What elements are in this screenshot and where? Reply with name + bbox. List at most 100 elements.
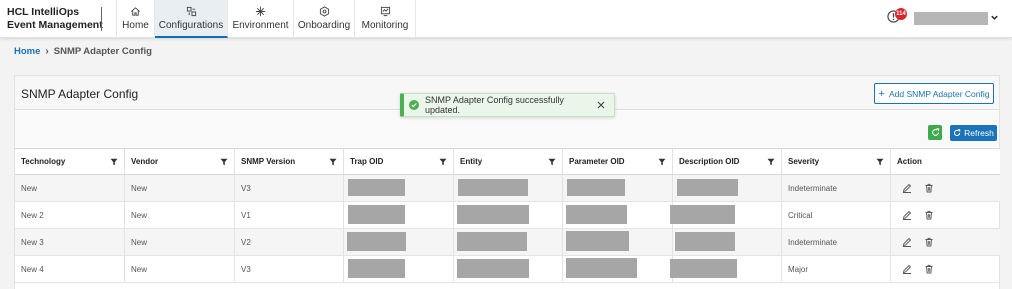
column-header-parameter-oid[interactable]: Parameter OID	[563, 149, 673, 174]
configurations-icon	[186, 6, 196, 17]
cell-entity	[454, 256, 563, 282]
nav-onboarding-label: Onboarding	[297, 20, 351, 31]
cell-description-oid	[673, 229, 782, 255]
brand-line-1: HCL IntelliOps	[7, 6, 80, 18]
nav-environment[interactable]: Environment	[228, 0, 294, 38]
check-circle-icon	[409, 100, 419, 110]
column-header-trap-oid[interactable]: Trap OID	[344, 149, 454, 174]
cell-vendor: New	[125, 256, 235, 282]
redacted-value	[347, 232, 406, 251]
redacted-value	[457, 259, 529, 278]
cell-snmp-version: V3	[235, 175, 344, 201]
filter-icon[interactable]	[658, 158, 666, 166]
column-label: Action	[897, 157, 922, 166]
column-header-snmp-version[interactable]: SNMP Version	[235, 149, 344, 174]
column-label: SNMP Version	[241, 157, 296, 166]
cell-action	[891, 202, 1000, 228]
cell-trap-oid	[344, 202, 454, 228]
nav-monitoring[interactable]: Monitoring	[355, 0, 416, 38]
redacted-value	[670, 259, 737, 278]
filter-icon[interactable]	[876, 158, 884, 166]
cell-trap-oid	[344, 256, 454, 282]
cell-severity: Major	[782, 256, 891, 282]
cell-action	[891, 229, 1000, 255]
cell-parameter-oid	[563, 229, 673, 255]
cell-parameter-oid	[563, 175, 673, 201]
plus-icon: +	[878, 87, 885, 100]
table-row[interactable]: New 3 New V2 Indeterminate	[15, 229, 1000, 256]
cell-description-oid	[673, 175, 782, 201]
nav-home[interactable]: Home	[116, 0, 155, 38]
redacted-value	[675, 232, 735, 251]
column-label: Parameter OID	[569, 157, 625, 166]
cell-description-oid	[670, 256, 782, 282]
edit-icon[interactable]	[902, 183, 912, 193]
redacted-value	[458, 179, 528, 196]
refresh-button[interactable]: Refresh	[950, 125, 997, 141]
home-icon	[131, 7, 140, 16]
redacted-value	[567, 179, 625, 196]
filter-icon[interactable]	[767, 158, 775, 166]
cell-parameter-oid	[563, 256, 673, 282]
reload-button[interactable]	[928, 125, 942, 140]
edit-icon[interactable]	[902, 210, 912, 220]
cell-vendor: New	[125, 229, 235, 255]
column-header-technology[interactable]: Technology	[15, 149, 125, 174]
refresh-button-label: Refresh	[964, 128, 994, 138]
brand-line-2: Event Management	[7, 18, 103, 31]
chevron-down-icon[interactable]	[990, 13, 999, 22]
column-label: Severity	[788, 157, 820, 166]
nav-environment-label: Environment	[232, 20, 289, 31]
redacted-value	[566, 258, 637, 278]
filter-icon[interactable]	[110, 158, 118, 166]
app-brand[interactable]: HCL IntelliOps Event Management	[7, 6, 103, 31]
cell-snmp-version: V2	[235, 229, 344, 255]
snmp-config-table: Technology Vendor SNMP Version Trap OID …	[15, 148, 1000, 283]
table-row[interactable]: New New V3 Indeterminate	[15, 175, 1000, 202]
cell-vendor: New	[125, 202, 235, 228]
column-header-vendor[interactable]: Vendor	[125, 149, 235, 174]
cell-entity	[454, 202, 563, 228]
redacted-value	[457, 205, 529, 224]
reload-icon	[931, 128, 939, 136]
delete-icon[interactable]	[924, 237, 934, 247]
redacted-value	[348, 259, 405, 278]
nav-home-label: Home	[122, 20, 149, 31]
cell-entity	[454, 175, 563, 201]
breadcrumb-current: SNMP Adapter Config	[53, 46, 152, 57]
filter-icon[interactable]	[439, 158, 447, 166]
onboarding-icon	[319, 6, 329, 17]
breadcrumb: Home › SNMP Adapter Config	[14, 46, 152, 57]
cell-snmp-version: V3	[235, 256, 344, 282]
user-name-redacted[interactable]	[914, 12, 988, 25]
refresh-icon	[954, 129, 961, 137]
column-header-severity[interactable]: Severity	[782, 149, 891, 174]
edit-icon[interactable]	[902, 264, 912, 274]
filter-icon[interactable]	[548, 158, 556, 166]
filter-icon[interactable]	[329, 158, 337, 166]
delete-icon[interactable]	[924, 183, 934, 193]
delete-icon[interactable]	[924, 264, 934, 274]
cell-parameter-oid	[563, 202, 673, 228]
column-header-entity[interactable]: Entity	[454, 149, 563, 174]
delete-icon[interactable]	[924, 210, 934, 220]
monitoring-icon	[380, 6, 390, 17]
column-header-description-oid[interactable]: Description OID	[673, 149, 782, 174]
table-row[interactable]: New 4 New V3 Major	[15, 256, 1000, 283]
edit-icon[interactable]	[902, 237, 912, 247]
top-bar: HCL IntelliOps Event Management Home Con…	[0, 0, 1012, 38]
add-snmp-adapter-config-button[interactable]: + Add SNMP Adapter Config	[874, 83, 994, 104]
nav-configurations[interactable]: Configurations	[155, 0, 228, 38]
nav-onboarding[interactable]: Onboarding	[294, 0, 355, 38]
brand-divider	[101, 7, 102, 31]
cell-description-oid	[670, 202, 782, 228]
close-icon[interactable]	[597, 101, 605, 109]
breadcrumb-home-link[interactable]: Home	[14, 46, 40, 57]
table-row[interactable]: New 2 New V1 Critical	[15, 202, 1000, 229]
filter-icon[interactable]	[220, 158, 228, 166]
column-header-action: Action	[891, 149, 1000, 174]
redacted-value	[348, 205, 405, 224]
cell-technology: New 4	[15, 256, 125, 282]
column-label: Description OID	[679, 157, 740, 166]
breadcrumb-separator: ›	[45, 46, 49, 57]
